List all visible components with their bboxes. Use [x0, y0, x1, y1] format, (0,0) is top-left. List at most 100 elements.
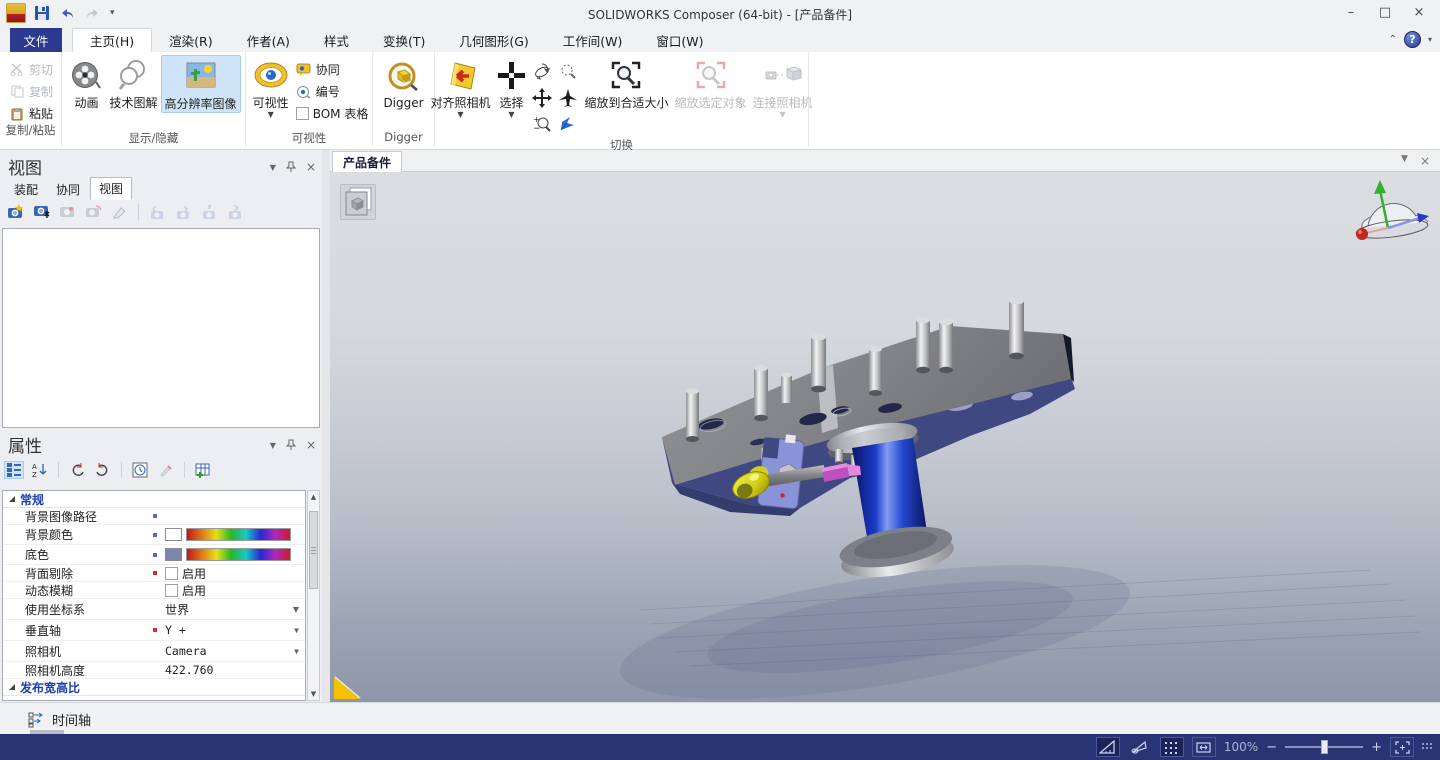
property-row[interactable]: 背面剔除启用	[3, 565, 305, 582]
tab-geometry[interactable]: 几何图形(G)	[442, 28, 545, 52]
dropdown-icon[interactable]: ▼	[294, 647, 299, 656]
fly-mode-button[interactable]	[555, 85, 581, 111]
property-row[interactable]: 照相机高度422.760	[3, 662, 305, 679]
zoom-slider-thumb[interactable]	[1321, 740, 1328, 754]
high-res-image-button[interactable]: 高分辨率图像	[161, 55, 241, 113]
dropdown-icon[interactable]: ▼	[294, 626, 299, 635]
properties-scrollbar[interactable]: ▲ ▼	[307, 490, 320, 701]
digger-button[interactable]: Digger	[380, 55, 426, 111]
properties-panel-close-icon[interactable]: ×	[306, 438, 316, 452]
align-camera-dropdown-icon[interactable]: ▼	[457, 110, 463, 119]
scroll-up-icon[interactable]: ▲	[311, 491, 316, 503]
document-tab[interactable]: 产品备件	[332, 151, 402, 172]
scroll-down-icon[interactable]: ▼	[311, 688, 316, 700]
tab-workshop[interactable]: 工作间(W)	[546, 28, 640, 52]
viewport-3d[interactable]	[330, 172, 1440, 702]
orbit-button[interactable]	[529, 59, 555, 85]
views-tab-views[interactable]: 视图	[90, 177, 132, 200]
property-section[interactable]: 发布宽高比	[3, 679, 305, 696]
views-tab-assembly[interactable]: 装配	[6, 179, 46, 200]
views-tab-collaboration[interactable]: 协同	[48, 179, 88, 200]
align-camera-button[interactable]: 对齐照相机 ▼	[427, 55, 493, 120]
views-list[interactable]	[2, 228, 320, 428]
minimize-button[interactable]: –	[1334, 0, 1368, 24]
pan-button[interactable]	[529, 85, 555, 111]
look-at-button[interactable]	[555, 111, 581, 137]
document-list-dropdown-icon[interactable]: ▼	[1401, 154, 1408, 168]
create-view-button[interactable]	[6, 203, 26, 221]
grid-toggle-button[interactable]	[1160, 737, 1184, 757]
reset-property-button[interactable]	[67, 461, 87, 479]
help-button[interactable]: ?	[1404, 31, 1421, 48]
zoom-in-button[interactable]: +	[1371, 740, 1382, 755]
property-row[interactable]: 动态模糊启用	[3, 582, 305, 599]
camera-arrow-play-icon	[226, 204, 244, 220]
property-row[interactable]: 背景颜色	[3, 525, 305, 545]
checkbox-icon[interactable]	[296, 107, 309, 120]
update-view-button[interactable]	[32, 203, 52, 221]
motion-blur-checkbox[interactable]	[165, 584, 178, 597]
zoom-to-fit-button[interactable]: 缩放到合适大小	[581, 55, 671, 111]
close-button[interactable]: ×	[1402, 0, 1436, 24]
tab-home[interactable]: 主页(H)	[72, 28, 152, 52]
alphabetical-sort-button[interactable]: AZ	[30, 461, 50, 479]
backface-culling-checkbox[interactable]	[165, 567, 178, 580]
add-to-table-button[interactable]	[193, 461, 213, 479]
bom-table-checkbox[interactable]: BOM 表格	[296, 105, 369, 122]
tab-transform[interactable]: 变换(T)	[366, 28, 442, 52]
numbering-button[interactable]: 编号	[296, 83, 369, 100]
resize-grip[interactable]	[1422, 743, 1434, 751]
zoom-fit-status-button[interactable]	[1390, 737, 1414, 757]
animation-button[interactable]: 动画	[66, 55, 106, 111]
property-row[interactable]: 使用坐标系世界▼	[3, 599, 305, 620]
visibility-button[interactable]: 可视性 ▼	[250, 55, 292, 120]
fit-view-button[interactable]	[1192, 737, 1216, 757]
color-gradient-bar[interactable]	[186, 548, 291, 561]
property-row[interactable]: 垂直轴Y +▼	[3, 620, 305, 641]
collapse-ribbon-icon[interactable]: ⌃	[1389, 34, 1397, 45]
visibility-dropdown-icon[interactable]: ▼	[268, 110, 274, 119]
properties-panel-menu-icon[interactable]: ▼	[270, 441, 276, 450]
select-dropdown-icon[interactable]: ▼	[508, 110, 514, 119]
color-gradient-bar[interactable]	[186, 528, 291, 541]
document-close-icon[interactable]: ×	[1420, 154, 1430, 168]
zoom-area-button[interactable]	[555, 59, 581, 85]
views-panel-close-icon[interactable]: ×	[306, 160, 316, 174]
history-button[interactable]	[130, 461, 150, 479]
select-button[interactable]: 选择 ▼	[493, 55, 529, 120]
help-dropdown-icon[interactable]: ▾	[1428, 35, 1432, 44]
views-panel-pin-icon[interactable]	[286, 161, 296, 173]
dropdown-icon[interactable]: ▼	[293, 605, 299, 614]
file-menu-button[interactable]: 文件	[10, 28, 62, 52]
perspective-button[interactable]	[1128, 737, 1152, 757]
property-section[interactable]: 常规	[3, 491, 305, 508]
tab-style[interactable]: 样式	[307, 28, 366, 52]
property-row[interactable]: 背景图像路径	[3, 508, 305, 525]
technical-illustration-button[interactable]: 技术图解	[106, 55, 160, 111]
collaboration-button[interactable]: 协同	[296, 61, 369, 78]
tab-author[interactable]: 作者(A)	[230, 28, 307, 52]
view-thumbnail-icon[interactable]	[340, 184, 376, 220]
svg-text:Z: Z	[32, 471, 37, 478]
bottom-color-swatch[interactable]	[165, 548, 182, 561]
properties-panel-pin-icon[interactable]	[286, 439, 296, 451]
timeline-toggle[interactable]: 时间轴	[28, 710, 91, 729]
scrollbar-thumb[interactable]	[309, 511, 318, 589]
property-row[interactable]: 照相机Camera▼	[3, 641, 305, 662]
tab-render[interactable]: 渲染(R)	[152, 28, 229, 52]
property-row[interactable]: 格式自由▼	[3, 696, 305, 701]
orientation-triad[interactable]	[1344, 176, 1430, 248]
views-panel-menu-icon[interactable]: ▼	[270, 163, 276, 172]
apply-property-button[interactable]	[93, 461, 113, 479]
maximize-button[interactable]: □	[1368, 0, 1402, 24]
zoom-slider[interactable]	[1285, 746, 1363, 748]
panel-splitter[interactable]	[322, 150, 330, 703]
property-row[interactable]: 底色	[3, 545, 305, 565]
background-color-swatch[interactable]	[165, 528, 182, 541]
tab-window[interactable]: 窗口(W)	[639, 28, 720, 52]
zoom-out-button[interactable]: −	[1266, 740, 1277, 755]
paste-button[interactable]: 粘贴	[10, 105, 61, 122]
measure-tool-button[interactable]	[1096, 737, 1120, 757]
categorized-view-button[interactable]	[4, 461, 24, 479]
zoom-button[interactable]: +−	[529, 111, 555, 137]
